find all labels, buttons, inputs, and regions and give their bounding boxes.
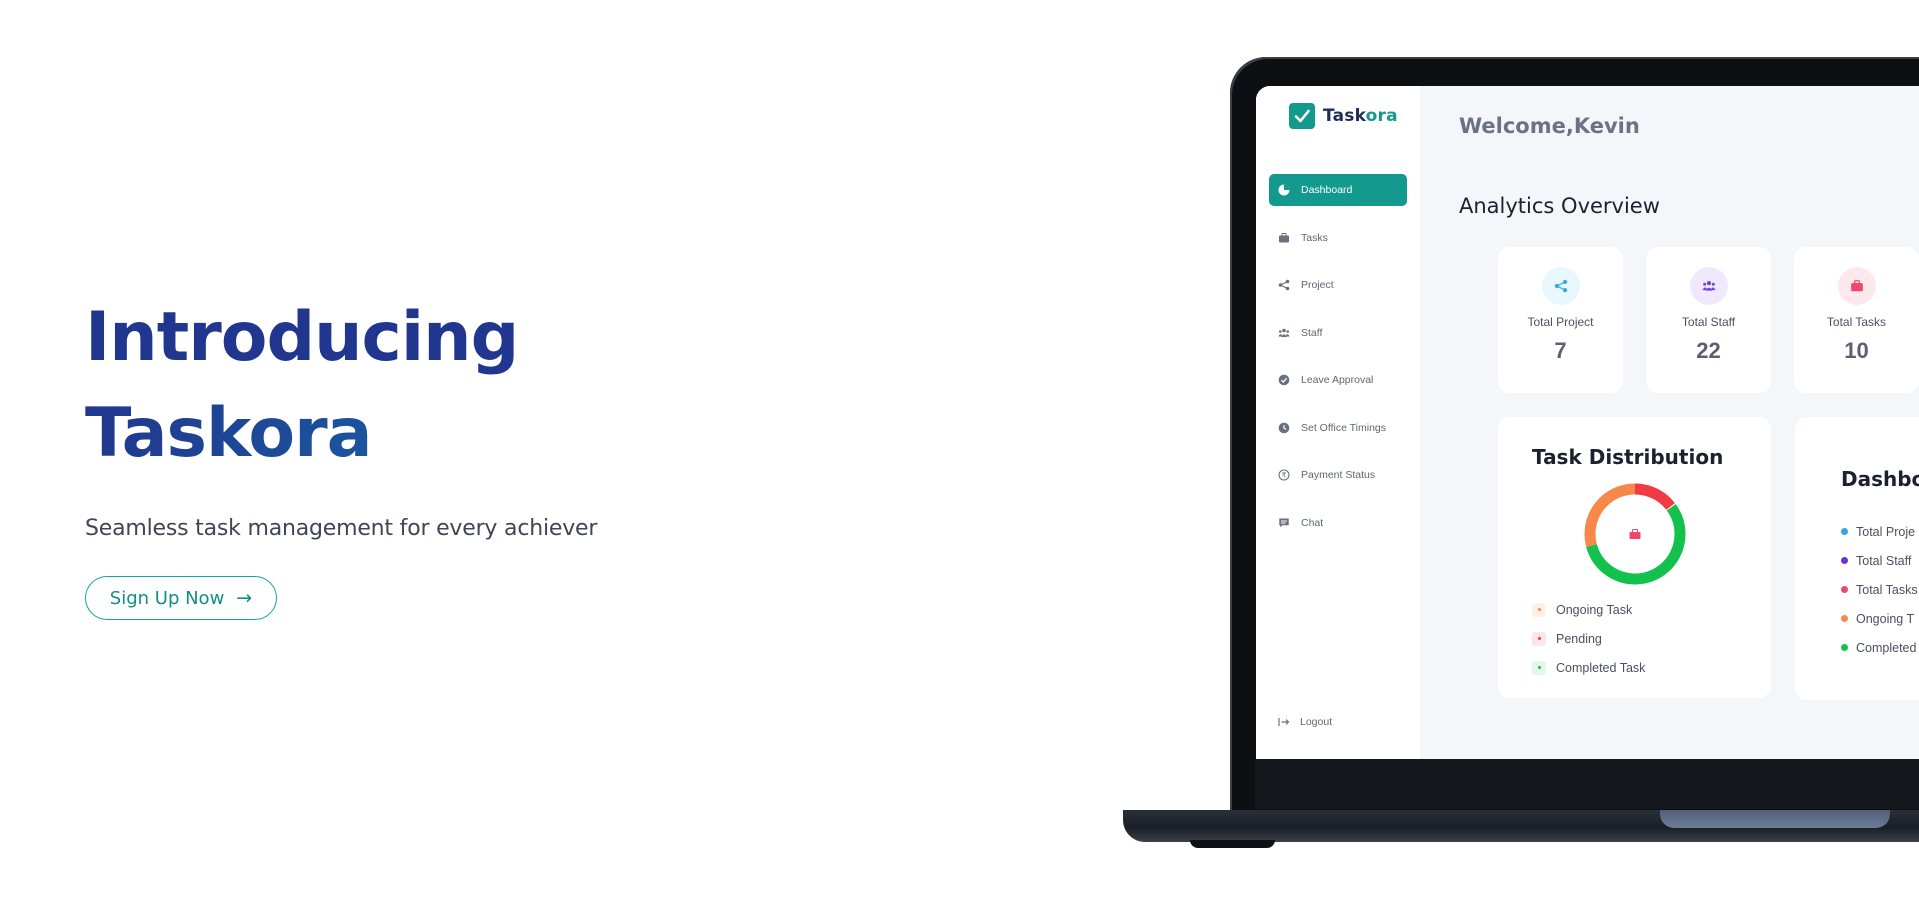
- legend-dot: [1841, 615, 1848, 622]
- stat-card-total-tasks[interactable]: Total Tasks 10: [1794, 247, 1919, 393]
- sidebar-item-tasks[interactable]: Tasks: [1269, 222, 1407, 254]
- sidebar-item-label: Staff: [1301, 326, 1323, 339]
- hero-subtitle: Seamless task management for every achie…: [85, 516, 598, 541]
- svg-text:₹: ₹: [1282, 472, 1287, 480]
- dashboard-legend-item: Completed: [1841, 633, 1918, 662]
- sidebar-item-dashboard[interactable]: Dashboard: [1269, 174, 1407, 206]
- check-circle-icon: [1278, 374, 1290, 386]
- dashboard-legend-item: Total Staff: [1841, 546, 1918, 575]
- task-distribution-donut: [1584, 483, 1686, 585]
- arrow-right-icon: →: [236, 587, 253, 609]
- sidebar-item-label: Chat: [1301, 516, 1324, 529]
- stat-label: Total Tasks: [1826, 315, 1887, 329]
- stat-value: 10: [1844, 338, 1869, 363]
- sidebar-item-project[interactable]: Project: [1269, 269, 1407, 301]
- task-distribution-legend: Ongoing Task Pending Completed Task: [1532, 595, 1645, 682]
- dashboard-card-title: Dashbo: [1841, 467, 1919, 491]
- sign-up-label: Sign Up Now: [109, 587, 225, 609]
- hero-title: Introducing Taskora: [85, 290, 705, 482]
- checkbox-logo-icon: [1289, 103, 1315, 129]
- dashboard-summary-card: Dashbo Total Proje Total Staff Total Tas…: [1795, 417, 1919, 700]
- dashboard-legend-item: Ongoing T: [1841, 604, 1918, 633]
- dashboard-legend-item: Total Tasks: [1841, 575, 1918, 604]
- sidebar-item-label: Payment Status: [1301, 469, 1376, 481]
- dashboard-legend-item: Total Proje: [1841, 517, 1918, 546]
- legend-item-pending: Pending: [1532, 624, 1645, 653]
- legend-label: Pending: [1556, 631, 1602, 646]
- legend-dot: [1841, 557, 1848, 564]
- app-screen: Taskora Dashboard Tasks Project Staff Le…: [1256, 86, 1919, 759]
- sidebar-item-set-office-timings[interactable]: Set Office Timings: [1269, 412, 1407, 444]
- legend-dot: [1841, 528, 1848, 535]
- stat-label: Total Project: [1527, 315, 1594, 329]
- users-icon: [1689, 267, 1728, 305]
- legend-swatch: [1532, 602, 1546, 617]
- laptop-notch: [1660, 810, 1890, 828]
- stat-card-total-project[interactable]: Total Project 7: [1498, 247, 1623, 393]
- logout-button[interactable]: Logout: [1278, 716, 1332, 728]
- sidebar-item-payment-status[interactable]: ₹ Payment Status: [1269, 459, 1407, 491]
- sidebar-item-chat[interactable]: Chat: [1269, 507, 1407, 539]
- legend-item-completed: Completed Task: [1532, 653, 1645, 682]
- brand-name: Taskora: [1323, 106, 1398, 126]
- legend-label: Total Tasks: [1856, 582, 1918, 597]
- users-icon: [1278, 328, 1290, 337]
- rupee-icon: ₹: [1278, 469, 1290, 481]
- sidebar-item-staff[interactable]: Staff: [1269, 317, 1407, 349]
- legend-item-ongoing: Ongoing Task: [1532, 595, 1645, 624]
- share-icon: [1541, 267, 1580, 305]
- stat-label: Total Staff: [1681, 315, 1736, 329]
- analytics-overview-title: Analytics Overview: [1459, 194, 1660, 218]
- brand[interactable]: Taskora: [1289, 103, 1398, 129]
- hero-title-line2: Taskora: [85, 386, 705, 482]
- briefcase-icon: [1279, 232, 1289, 242]
- legend-swatch: [1532, 660, 1546, 675]
- sidebar-item-label: Dashboard: [1301, 184, 1353, 196]
- sidebar-item-label: Project: [1301, 279, 1334, 291]
- hero-section: Introducing Taskora Seamless task manage…: [85, 290, 705, 620]
- stat-card-total-staff[interactable]: Total Staff 22: [1646, 247, 1771, 393]
- legend-label: Completed Task: [1556, 660, 1646, 675]
- laptop-foot: [1190, 840, 1275, 848]
- share-icon: [1278, 279, 1290, 291]
- sidebar-item-label: Tasks: [1301, 231, 1328, 244]
- legend-dot: [1841, 644, 1848, 651]
- sidebar-nav: Dashboard Tasks Project Staff Leave Appr…: [1269, 174, 1407, 554]
- task-distribution-title: Task Distribution: [1532, 445, 1724, 469]
- pie-chart-icon: [1278, 184, 1290, 196]
- stat-value: 22: [1696, 338, 1721, 363]
- laptop-bezel: [1255, 759, 1919, 809]
- logout-label: Logout: [1300, 716, 1333, 728]
- logout-icon: [1278, 718, 1290, 726]
- sign-up-button[interactable]: Sign Up Now →: [85, 576, 277, 620]
- sidebar: Taskora Dashboard Tasks Project Staff Le…: [1256, 86, 1420, 759]
- welcome-heading: Welcome,Kevin: [1459, 114, 1640, 138]
- legend-label: Total Proje: [1856, 524, 1916, 539]
- legend-swatch: [1532, 631, 1546, 646]
- dashboard-card-legend: Total Proje Total Staff Total Tasks Ongo…: [1841, 517, 1918, 662]
- sidebar-item-leave-approval[interactable]: Leave Approval: [1269, 364, 1407, 396]
- clock-icon: [1278, 422, 1290, 433]
- task-distribution-card: Task Distribution Ongoing Task Pending C…: [1498, 417, 1771, 698]
- stat-value: 7: [1554, 338, 1567, 363]
- legend-dot: [1841, 586, 1848, 593]
- briefcase-icon: [1837, 267, 1876, 305]
- legend-label: Ongoing T: [1856, 611, 1915, 626]
- legend-label: Total Staff: [1856, 553, 1912, 568]
- hero-title-line1: Introducing: [85, 298, 519, 377]
- briefcase-icon: [1629, 529, 1641, 539]
- chat-icon: [1279, 518, 1289, 527]
- legend-label: Ongoing Task: [1556, 602, 1633, 617]
- sidebar-item-label: Set Office Timings: [1301, 421, 1387, 434]
- sidebar-item-label: Leave Approval: [1301, 374, 1374, 386]
- legend-label: Completed: [1856, 640, 1917, 655]
